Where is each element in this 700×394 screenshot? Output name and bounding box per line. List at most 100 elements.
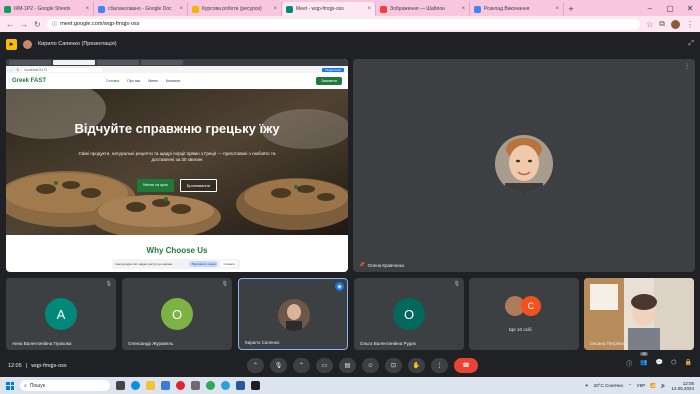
close-icon[interactable]: ×	[367, 6, 371, 12]
avatar: A	[45, 298, 77, 330]
leave-call-button[interactable]: ☎	[454, 358, 478, 373]
self-view-tile[interactable]: Оксана Петрівна	[584, 278, 694, 350]
wifi-icon[interactable]: 📶	[650, 383, 656, 389]
search-placeholder: Пошук	[29, 382, 45, 389]
forward-icon[interactable]: →	[20, 20, 28, 29]
language-indicator[interactable]: УКР	[637, 383, 645, 388]
app-icon[interactable]	[191, 381, 200, 390]
bookmark-star-icon[interactable]: ☆	[646, 20, 653, 29]
chevron-up-icon[interactable]: ⌃	[628, 383, 632, 389]
word-icon[interactable]	[236, 381, 245, 390]
pin-icon[interactable]: 📌	[359, 262, 365, 268]
more-options-icon[interactable]: ⋮	[684, 63, 690, 70]
reload-icon: ↻	[16, 67, 20, 72]
participant-name: Оксана Петрівна	[590, 341, 626, 346]
captions-button[interactable]: ▤	[339, 358, 356, 373]
weather-icon: ☀	[584, 382, 589, 388]
mic-options-button[interactable]: ⌃	[247, 358, 264, 373]
back-icon[interactable]: ←	[6, 20, 14, 29]
taskbar-clock[interactable]: 12:05 14.05.2024	[671, 381, 694, 391]
raise-hand-button[interactable]: ✋	[408, 358, 425, 373]
fullscreen-icon[interactable]: ⤢	[688, 40, 694, 48]
participant-tile-speaking[interactable]: ◉ Кирило Сапенко	[238, 278, 348, 350]
chat-icon[interactable]: 💬	[656, 359, 663, 368]
close-icon[interactable]: ×	[555, 6, 559, 12]
taskbar-search[interactable]: ⌕ Пошук	[20, 380, 110, 391]
date: 14.05.2024	[671, 385, 694, 391]
activities-icon[interactable]: ⬡	[671, 359, 676, 368]
address-bar[interactable]: ⓘ meet.google.com/wqp-fmqjs-oss	[46, 18, 641, 30]
browser-tab[interactable]: ІКМ-1P2 - Google Sheets ×	[0, 2, 94, 16]
speaker-tile[interactable]: ⋮ 📌 Олена Кравченко	[353, 59, 695, 272]
host-controls-icon[interactable]: 🔒	[685, 359, 692, 368]
shared-tab	[141, 60, 183, 65]
mic-button[interactable]: 🎙	[270, 358, 287, 373]
presentation-tile[interactable]: ← ↻ localhost:5173 Поділитися Greek FAST…	[6, 59, 348, 272]
camera-options-button[interactable]: ⌃	[293, 358, 310, 373]
edge-icon[interactable]	[131, 381, 140, 390]
browser-tab-active[interactable]: Meet - wqp-fmqjs-oss ×	[282, 2, 376, 16]
side-controls: ⓘ 👥 💬 ⬡ 🔒	[626, 359, 692, 368]
menu-icon[interactable]: ⋮	[686, 20, 694, 29]
close-icon[interactable]: ×	[179, 6, 183, 12]
terminal-icon[interactable]	[251, 381, 260, 390]
sharing-badge: Поділитися	[322, 67, 344, 72]
call-controls: ⌃ 🎙 ⌃ ▭ ▤ ☺ ⊡ ✋ ⋮ ☎	[247, 358, 478, 373]
speaking-icon: ◉	[335, 282, 344, 291]
reload-icon[interactable]: ↻	[34, 20, 41, 29]
close-icon[interactable]: ×	[461, 6, 465, 12]
telegram-icon[interactable]	[221, 381, 230, 390]
task-view-icon[interactable]	[116, 381, 125, 390]
people-icon[interactable]: 👥	[640, 359, 647, 368]
meet-header: ▸ Кирило Сапенко (Презентація) ⤢	[0, 32, 700, 56]
meet-logo-icon: ▸	[6, 38, 17, 50]
participant-count-badge: 15	[640, 352, 648, 356]
hide-button[interactable]: Сховати	[221, 261, 237, 267]
participant-tile[interactable]: 🎙 O Олександр Журавель	[122, 278, 232, 350]
browser-tab[interactable]: Курсова роботи (ресурси) ×	[188, 2, 282, 16]
extensions-icon[interactable]: ⧉	[659, 19, 665, 29]
browser-tab[interactable]: Зображення — Шаблон ×	[376, 2, 470, 16]
camera-button[interactable]: ▭	[316, 358, 333, 373]
store-icon[interactable]	[161, 381, 170, 390]
info-icon[interactable]: ⓘ	[626, 359, 632, 368]
participant-tile[interactable]: 🎙 A Анна Валентинівна Пузікова	[6, 278, 116, 350]
clock: 12:05	[8, 362, 22, 369]
participant-tile[interactable]: 🎙 O Ольга Валентинівна Рудик	[354, 278, 464, 350]
shared-tab-strip	[6, 59, 348, 66]
present-button[interactable]: ⊡	[385, 358, 402, 373]
nav-link: Про нас	[127, 79, 141, 83]
system-tray: ☀ 20°C Сонячно ⌃ УКР 📶 🔊 12:05 14.05.202…	[585, 381, 694, 391]
browser-tab[interactable]: сбалансовано - Google Doc ×	[94, 2, 188, 16]
explorer-icon[interactable]	[146, 381, 155, 390]
close-window-icon[interactable]: ✕	[680, 0, 700, 16]
emoji-button[interactable]: ☺	[362, 358, 379, 373]
close-icon[interactable]: ×	[85, 6, 89, 12]
browser-tab[interactable]: Розклад Виконання ×	[470, 2, 564, 16]
others-tile[interactable]: C Ще 10 осіб	[469, 278, 579, 350]
start-icon[interactable]	[6, 381, 14, 390]
stop-sharing-button[interactable]: Припинити показ	[188, 261, 219, 267]
meeting-code: wqp-fmqjs-oss	[31, 362, 67, 369]
maximize-icon[interactable]: ▢	[660, 0, 680, 16]
windows-taskbar: ⌕ Пошук ☀ 20°C Сонячно ⌃ УКР 📶 🔊 12:05 1…	[0, 377, 700, 394]
order-button: Замовити	[316, 77, 342, 85]
new-tab-button[interactable]: +	[564, 2, 578, 16]
minimize-icon[interactable]: –	[640, 0, 660, 16]
hero-section: Відчуйте справжню грецьку їжу Свіжі прод…	[6, 89, 348, 235]
browser-tab-strip: ІКМ-1P2 - Google Sheets × сбалансовано -…	[0, 0, 700, 16]
meeting-info: 12:05 | wqp-fmqjs-oss	[8, 363, 67, 369]
profile-avatar[interactable]	[671, 19, 680, 29]
close-icon[interactable]: ×	[273, 6, 277, 12]
volume-icon[interactable]: 🔊	[661, 383, 667, 389]
more-options-button[interactable]: ⋮	[431, 358, 448, 373]
participant-name: 📌 Олена Кравченко	[359, 262, 404, 268]
chrome-icon[interactable]	[206, 381, 215, 390]
url-text: meet.google.com/wqp-fmqjs-oss	[60, 21, 140, 27]
site-info-icon[interactable]: ⓘ	[52, 20, 58, 28]
tab-title: Meet - wqp-fmqjs-oss	[296, 6, 344, 12]
hero-title: Відчуйте справжню грецьку їжу	[74, 121, 280, 136]
site-icon	[380, 5, 387, 13]
docs-icon	[98, 5, 105, 13]
opera-icon[interactable]	[176, 381, 185, 390]
